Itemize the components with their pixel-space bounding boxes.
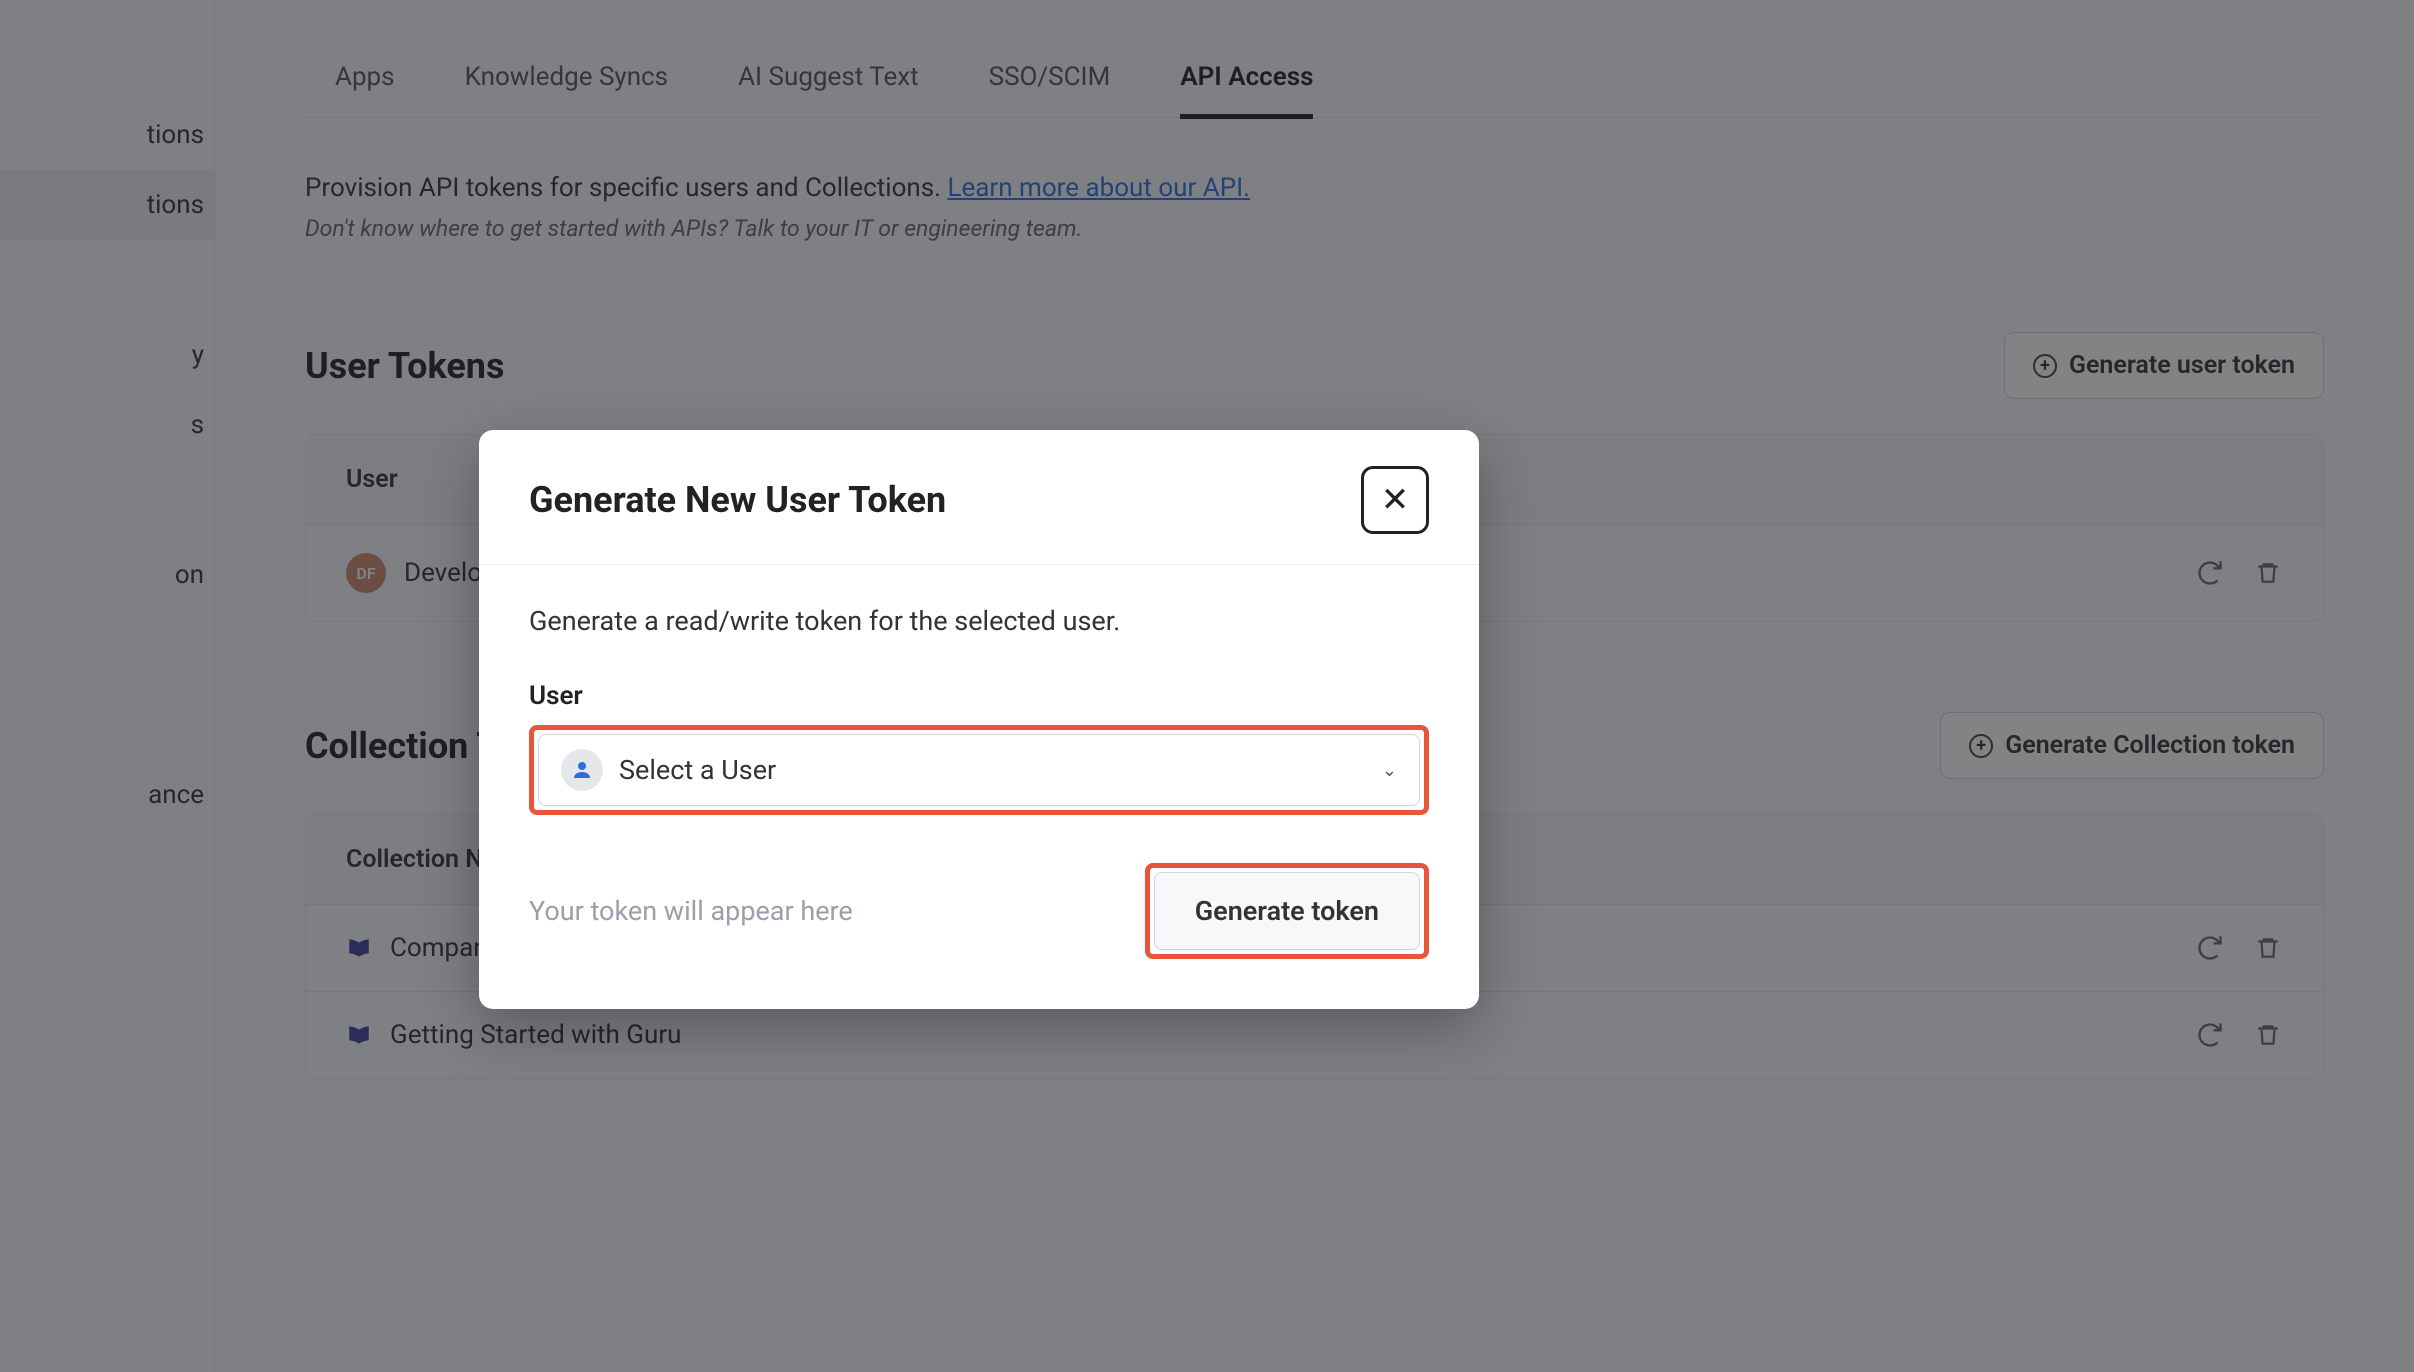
modal-footer: Your token will appear here Generate tok… (529, 863, 1429, 959)
user-icon (561, 749, 603, 791)
generate-token-highlight: Generate token (1145, 863, 1429, 959)
user-select[interactable]: Select a User ⌄ (538, 734, 1420, 806)
modal-body: Generate a read/write token for the sele… (479, 565, 1479, 1009)
user-select-highlight: Select a User ⌄ (529, 725, 1429, 815)
chevron-down-icon: ⌄ (1382, 760, 1397, 781)
modal-header: Generate New User Token ✕ (479, 430, 1479, 565)
close-button[interactable]: ✕ (1361, 466, 1429, 534)
token-placeholder-text: Your token will appear here (529, 895, 853, 927)
close-icon: ✕ (1381, 480, 1410, 520)
generate-token-button[interactable]: Generate token (1154, 872, 1420, 950)
modal-overlay[interactable]: Generate New User Token ✕ Generate a rea… (0, 0, 2414, 1372)
modal-description: Generate a read/write token for the sele… (529, 605, 1429, 637)
user-select-placeholder: Select a User (619, 754, 776, 786)
generate-user-token-modal: Generate New User Token ✕ Generate a rea… (479, 430, 1479, 1009)
user-field-label: User (529, 681, 1429, 711)
modal-title: Generate New User Token (529, 479, 946, 521)
